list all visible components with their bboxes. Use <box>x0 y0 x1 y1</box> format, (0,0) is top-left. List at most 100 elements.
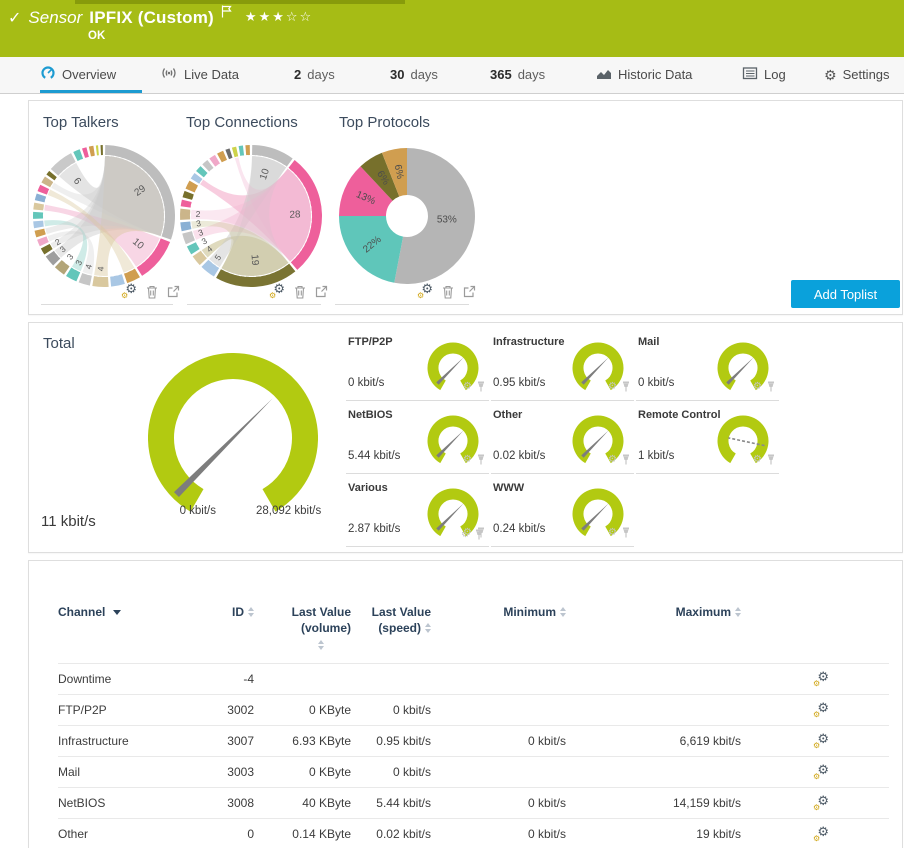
gauge-settings-icon[interactable]: ⚙ <box>753 454 762 465</box>
gauge-settings-icon[interactable]: ⚙ <box>463 381 472 392</box>
sensor-header: ✓ Sensor IPFIX (Custom) ★★★☆☆ OK <box>0 0 904 57</box>
cell-max: 6,619 kbit/s <box>679 734 741 748</box>
cell-speed: 0 kbit/s <box>392 765 431 779</box>
log-icon <box>742 65 758 84</box>
tab-overview[interactable]: Overview <box>40 57 143 93</box>
delete-toplist-icon[interactable] <box>294 285 306 299</box>
cell-max: 19 kbit/s <box>696 827 741 841</box>
top-protocols-chart[interactable]: 53%22%13%6% 6% <box>337 146 477 286</box>
open-toplist-icon[interactable] <box>463 285 476 298</box>
tab-number: 30 <box>390 67 405 82</box>
tab-historic-data[interactable]: Historic Data <box>596 57 692 92</box>
column-header-last-volume[interactable]: Last Value (volume) <box>292 605 351 650</box>
flag-icon[interactable] <box>221 5 232 23</box>
cell-volume: 0 KByte <box>308 703 351 717</box>
sensor-status-text: OK <box>88 30 106 42</box>
gauge-cell-netbios: NetBIOS 5.44 kbit/s ⚙ <box>346 404 489 474</box>
toplist-title-connections: Top Connections <box>186 114 298 131</box>
tab-label: Overview <box>62 67 117 82</box>
sort-caret-icon <box>113 609 122 615</box>
column-header-minimum[interactable]: Minimum <box>431 605 566 619</box>
gauge-settings-icon[interactable]: ⚙ <box>608 454 617 465</box>
pin-icon[interactable] <box>476 381 486 392</box>
gauge-cell-ftp: FTP/P2P 0 kbit/s ⚙ <box>346 331 489 401</box>
pin-icon[interactable] <box>621 381 631 392</box>
header-top-strip <box>75 0 405 4</box>
settings-gear-icon: ⚙ <box>824 66 837 83</box>
gauge-name: Other <box>493 409 523 421</box>
svg-text:2: 2 <box>196 209 201 219</box>
channel-settings-icon[interactable]: ⚙ ⚙ <box>813 732 829 750</box>
gauge-settings-icon[interactable]: ⚙ <box>753 381 762 392</box>
pin-icon[interactable] <box>766 454 776 465</box>
historic-chart-icon <box>596 66 612 83</box>
toplist-title-protocols: Top Protocols <box>339 114 430 131</box>
open-toplist-icon[interactable] <box>315 285 328 298</box>
channel-table-panel: Channel ID Last Value (volume) Last Value… <box>28 560 903 848</box>
column-header-channel[interactable]: Channel <box>58 605 208 619</box>
column-header-maximum[interactable]: Maximum <box>566 605 741 619</box>
tab-number: 365 <box>490 67 512 82</box>
sensor-title: IPFIX (Custom) <box>89 8 214 27</box>
cell-volume: 40 KByte <box>302 796 351 810</box>
gauge-settings-icon[interactable]: ⚙ <box>463 454 472 465</box>
pin-icon[interactable] <box>476 527 486 538</box>
pin-icon[interactable] <box>621 454 631 465</box>
gauge-name: Mail <box>638 336 660 348</box>
cell-id: 3003 <box>227 765 254 779</box>
tab-30-days[interactable]: 30 days <box>390 57 438 92</box>
channel-settings-icon[interactable]: ⚙ ⚙ <box>813 794 829 812</box>
pin-icon[interactable] <box>476 454 486 465</box>
add-toplist-button[interactable]: Add Toplist <box>791 280 900 308</box>
toplist-divider <box>187 304 321 305</box>
cell-channel: FTP/P2P <box>58 703 107 717</box>
tab-unit: days <box>410 67 438 82</box>
gauge-cell-other: Other 0.02 kbit/s ⚙ <box>491 404 634 474</box>
svg-text:19: 19 <box>248 254 260 266</box>
gauge-value: 0.24 kbit/s <box>493 523 546 535</box>
stars-filled: ★★★ <box>244 9 286 24</box>
channel-settings-icon[interactable]: ⚙ ⚙ <box>813 763 829 781</box>
sort-arrows-icon[interactable] <box>318 640 325 650</box>
tab-live-data[interactable]: Live Data <box>160 57 239 92</box>
toplist-settings-icon[interactable]: ⚙ ⚙ <box>269 282 285 300</box>
column-header-id[interactable]: ID <box>208 605 254 619</box>
channel-settings-icon[interactable]: ⚙ ⚙ <box>813 701 829 719</box>
top-talkers-chart[interactable]: 29104433326 <box>31 143 177 289</box>
cell-speed: 0 kbit/s <box>392 703 431 717</box>
delete-toplist-icon[interactable] <box>146 285 158 299</box>
channel-settings-icon[interactable]: ⚙ ⚙ <box>813 825 829 843</box>
tab-settings[interactable]: ⚙ Settings <box>824 57 890 92</box>
tab-365-days[interactable]: 365 days <box>490 57 545 92</box>
gauge-name: NetBIOS <box>348 409 393 421</box>
tab-log[interactable]: Log <box>742 57 786 92</box>
sensor-overview-page: ✓ Sensor IPFIX (Custom) ★★★☆☆ OK Overvie… <box>0 0 904 848</box>
pin-icon[interactable] <box>766 381 776 392</box>
channel-settings-icon[interactable]: ⚙ ⚙ <box>813 670 829 688</box>
toplist-settings-icon[interactable]: ⚙ ⚙ <box>121 282 137 300</box>
channel-gauges-grid: FTP/P2P 0 kbit/s ⚙ Infrastructure 0.95 k… <box>346 331 779 547</box>
column-header-last-speed[interactable]: Last Value (speed) <box>372 605 431 635</box>
tab-2-days[interactable]: 2 days <box>294 57 335 92</box>
open-toplist-icon[interactable] <box>167 285 180 298</box>
toplists-panel: Top Talkers Top Connections Top Protocol… <box>28 100 903 315</box>
toplist-divider <box>41 304 173 305</box>
tab-label: Live Data <box>184 67 239 82</box>
top-connections-chart[interactable]: 102819543332 <box>178 143 324 289</box>
toplist-settings-icon[interactable]: ⚙ ⚙ <box>417 282 433 300</box>
sort-arrows-icon[interactable] <box>735 607 741 617</box>
pin-icon[interactable] <box>621 527 631 538</box>
priority-stars[interactable]: ★★★☆☆ <box>245 9 313 25</box>
gauge-cell-remote-control: Remote Control 1 kbit/s ⚙ <box>636 404 779 474</box>
tab-label: Log <box>764 67 786 82</box>
gauge-value: 0.02 kbit/s <box>493 450 546 462</box>
total-gauge <box>148 353 318 512</box>
cell-id: 0 <box>247 827 254 841</box>
gauge-settings-icon[interactable]: ⚙ <box>463 527 472 538</box>
delete-toplist-icon[interactable] <box>442 285 454 299</box>
gauge-settings-icon[interactable]: ⚙ <box>608 527 617 538</box>
sort-arrows-icon[interactable] <box>425 623 431 633</box>
sensor-kind-label: Sensor <box>28 8 83 27</box>
table-row: Mail 3003 0 KByte 0 kbit/s ⚙ ⚙ <box>58 756 889 787</box>
gauge-settings-icon[interactable]: ⚙ <box>608 381 617 392</box>
